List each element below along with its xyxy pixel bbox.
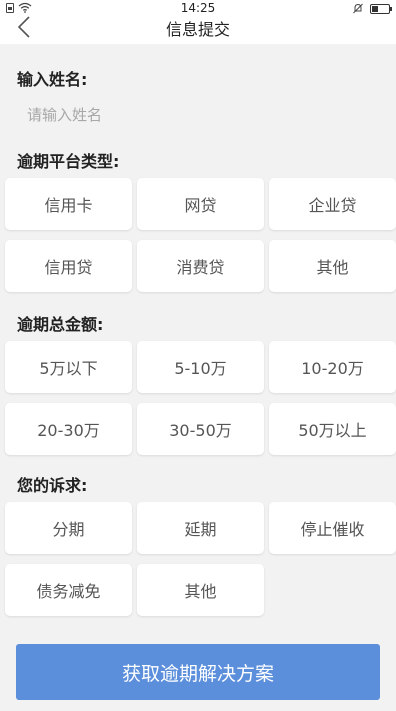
platform-option[interactable]: 企业贷 [269,178,396,230]
submit-button[interactable]: 获取逾期解决方案 [16,644,380,700]
platform-option[interactable]: 其他 [269,240,396,292]
platform-option[interactable]: 消费贷 [137,240,264,292]
amount-option[interactable]: 5万以下 [5,341,132,393]
amount-option[interactable]: 10-20万 [269,341,396,393]
name-input[interactable] [17,101,377,129]
amount-label: 逾期总金额: [17,315,104,334]
bell-off-icon [353,3,363,14]
request-option[interactable]: 分期 [5,502,132,554]
request-option[interactable]: 债务减免 [5,564,132,616]
platform-option[interactable]: 信用贷 [5,240,132,292]
request-option[interactable]: 停止催收 [269,502,396,554]
platform-type-label: 逾期平台类型: [17,152,120,171]
amount-option[interactable]: 30-50万 [137,403,264,455]
platform-option[interactable]: 信用卡 [5,178,132,230]
request-option[interactable]: 其他 [137,564,264,616]
name-label: 输入姓名: [17,70,88,89]
amount-option[interactable]: 50万以上 [269,403,396,455]
request-options: 分期 延期 停止催收 债务减免 其他 [5,502,396,616]
top-bar: 14:25 信息提交 [0,0,396,44]
amount-options: 5万以下 5-10万 10-20万 20-30万 30-50万 50万以上 [5,341,396,455]
request-label: 您的诉求: [17,476,88,495]
amount-option[interactable]: 20-30万 [5,403,132,455]
request-option[interactable]: 延期 [137,502,264,554]
status-right [352,3,392,14]
amount-option[interactable]: 5-10万 [137,341,264,393]
info-submit-screen: 14:25 信息提交 输入姓名: 逾期平台类型: 信用卡 网贷 企业贷 信用贷 … [0,0,396,711]
platform-type-options: 信用卡 网贷 企业贷 信用贷 消费贷 其他 [5,178,396,292]
platform-option[interactable]: 网贷 [137,178,264,230]
battery-icon [370,3,392,14]
status-time: 14:25 [180,1,216,15]
page-title: 信息提交 [165,20,230,39]
